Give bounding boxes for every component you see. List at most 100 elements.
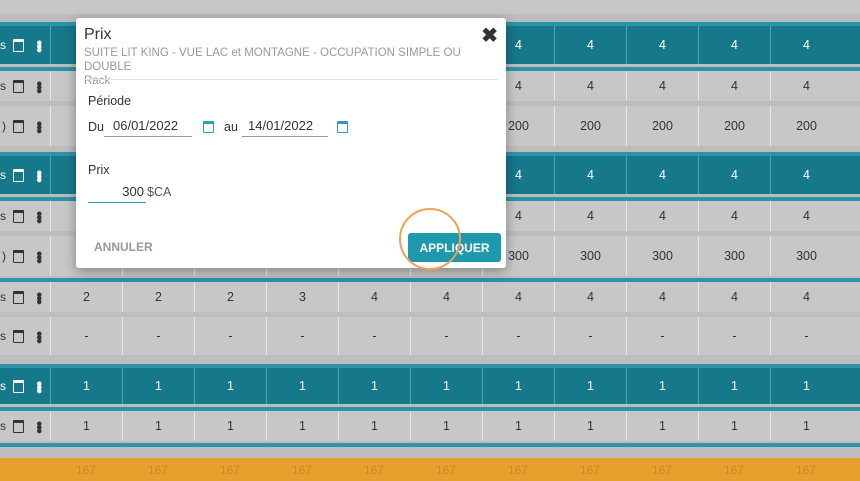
grid-cell[interactable]: 4 — [770, 26, 842, 64]
grid-cell[interactable]: 167 — [698, 458, 770, 481]
grid-cell[interactable]: - — [338, 317, 410, 355]
grid-cell[interactable]: 167 — [266, 458, 338, 481]
more-icon[interactable]: ••• — [30, 81, 47, 92]
grid-cell[interactable]: 1 — [698, 368, 770, 404]
calendar-icon[interactable] — [13, 79, 24, 93]
grid-cell[interactable]: 167 — [410, 458, 482, 481]
grid-cell[interactable]: 1 — [698, 411, 770, 441]
grid-cell[interactable]: 4 — [626, 26, 698, 64]
grid-cell[interactable]: 1 — [626, 411, 698, 441]
price-input[interactable]: 300 — [88, 183, 146, 203]
grid-cell[interactable]: 4 — [770, 71, 842, 101]
grid-cell[interactable]: 200 — [554, 106, 626, 146]
grid-cell[interactable]: 1 — [770, 368, 842, 404]
grid-cell[interactable]: - — [554, 317, 626, 355]
grid-cell[interactable]: 2 — [50, 282, 122, 312]
grid-cell[interactable]: - — [626, 317, 698, 355]
grid-cell[interactable]: 300 — [626, 236, 698, 276]
grid-cell[interactable]: 300 — [554, 236, 626, 276]
grid-cell[interactable]: 1 — [266, 368, 338, 404]
grid-cell[interactable]: 1 — [266, 411, 338, 441]
grid-cell[interactable]: 300 — [698, 236, 770, 276]
grid-cell[interactable]: 200 — [626, 106, 698, 146]
grid-cell[interactable]: 4 — [554, 282, 626, 312]
calendar-icon[interactable] — [13, 329, 24, 343]
grid-cell[interactable]: 1 — [554, 368, 626, 404]
grid-cell[interactable]: 4 — [554, 26, 626, 64]
more-icon[interactable]: ••• — [30, 381, 47, 392]
calendar-icon[interactable] — [13, 379, 24, 393]
grid-cell[interactable]: 4 — [698, 26, 770, 64]
calendar-icon[interactable] — [13, 38, 24, 52]
grid-cell[interactable]: - — [50, 317, 122, 355]
more-icon[interactable]: ••• — [30, 251, 47, 262]
grid-cell[interactable]: 1 — [338, 368, 410, 404]
grid-cell[interactable]: 1 — [482, 368, 554, 404]
grid-cell[interactable]: 1 — [50, 368, 122, 404]
grid-cell[interactable]: 4 — [770, 282, 842, 312]
grid-cell[interactable]: 3 — [266, 282, 338, 312]
grid-cell[interactable]: 167 — [194, 458, 266, 481]
grid-cell[interactable]: - — [266, 317, 338, 355]
grid-cell[interactable]: 200 — [698, 106, 770, 146]
close-icon[interactable]: ✖ — [481, 26, 498, 46]
grid-cell[interactable]: 167 — [482, 458, 554, 481]
grid-cell[interactable]: 1 — [626, 368, 698, 404]
calendar-icon[interactable] — [13, 290, 24, 304]
grid-cell[interactable]: 4 — [554, 71, 626, 101]
calendar-icon[interactable] — [13, 209, 24, 223]
calendar-icon[interactable] — [13, 249, 24, 263]
grid-cell[interactable]: 167 — [770, 458, 842, 481]
calendar-icon[interactable] — [13, 168, 24, 182]
grid-cell[interactable]: 1 — [50, 411, 122, 441]
grid-cell[interactable]: 1 — [338, 411, 410, 441]
more-icon[interactable]: ••• — [30, 421, 47, 432]
grid-cell[interactable]: 1 — [410, 368, 482, 404]
grid-cell[interactable]: 1 — [194, 368, 266, 404]
grid-cell[interactable]: 4 — [698, 71, 770, 101]
grid-cell[interactable]: - — [410, 317, 482, 355]
calendar-icon[interactable] — [337, 121, 348, 133]
more-icon[interactable]: ••• — [30, 211, 47, 222]
grid-cell[interactable]: 200 — [770, 106, 842, 146]
grid-cell[interactable]: 1 — [410, 411, 482, 441]
grid-cell[interactable]: 4 — [482, 282, 554, 312]
grid-cell[interactable]: 4 — [410, 282, 482, 312]
grid-cell[interactable]: 4 — [770, 201, 842, 231]
grid-cell[interactable]: - — [194, 317, 266, 355]
grid-cell[interactable]: 1 — [194, 411, 266, 441]
more-icon[interactable]: ••• — [30, 170, 47, 181]
grid-cell[interactable]: 300 — [770, 236, 842, 276]
grid-cell[interactable]: - — [698, 317, 770, 355]
grid-cell[interactable]: 4 — [626, 201, 698, 231]
grid-cell[interactable]: 167 — [122, 458, 194, 481]
calendar-icon[interactable] — [203, 121, 214, 133]
more-icon[interactable]: ••• — [30, 121, 47, 132]
cancel-button[interactable]: ANNULER — [94, 240, 153, 254]
grid-cell[interactable]: 4 — [626, 282, 698, 312]
grid-cell[interactable]: 2 — [122, 282, 194, 312]
grid-cell[interactable]: 4 — [626, 71, 698, 101]
grid-cell[interactable]: 167 — [626, 458, 698, 481]
calendar-icon[interactable] — [13, 419, 24, 433]
calendar-icon[interactable] — [13, 119, 24, 133]
grid-cell[interactable]: 1 — [122, 368, 194, 404]
grid-cell[interactable]: 167 — [50, 458, 122, 481]
grid-cell[interactable]: 167 — [338, 458, 410, 481]
grid-cell[interactable]: 167 — [554, 458, 626, 481]
more-icon[interactable]: ••• — [30, 331, 47, 342]
grid-cell[interactable]: 4 — [770, 156, 842, 194]
grid-cell[interactable]: - — [482, 317, 554, 355]
grid-cell[interactable]: 4 — [554, 201, 626, 231]
grid-cell[interactable]: - — [770, 317, 842, 355]
grid-cell[interactable]: 1 — [770, 411, 842, 441]
grid-cell[interactable]: 4 — [554, 156, 626, 194]
grid-cell[interactable]: 2 — [194, 282, 266, 312]
grid-cell[interactable]: 1 — [554, 411, 626, 441]
to-date-input[interactable]: 14/01/2022 — [242, 117, 328, 137]
grid-cell[interactable]: - — [122, 317, 194, 355]
grid-cell[interactable]: 4 — [698, 156, 770, 194]
grid-cell[interactable]: 4 — [626, 156, 698, 194]
grid-cell[interactable]: 4 — [338, 282, 410, 312]
grid-cell[interactable]: 4 — [698, 201, 770, 231]
